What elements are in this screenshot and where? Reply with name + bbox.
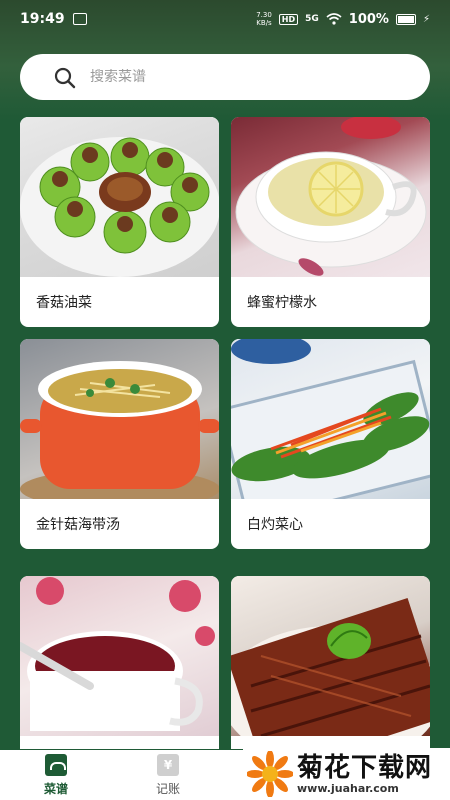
wifi-icon [326, 13, 342, 25]
recipe-grid: 香菇油菜 蜂蜜柠檬水 金针菇海带汤 白灼菜心 [20, 117, 430, 749]
recipe-card[interactable]: 金针菇海带汤 [20, 339, 219, 549]
status-time: 19:49 [20, 11, 65, 27]
tab-recipes[interactable]: 菜谱 [0, 750, 112, 800]
recipe-name: 蜂蜜柠檬水 [247, 295, 317, 311]
status-bar: 19:49 7.30 KB/s HD 5G 100% ⚡ [0, 0, 450, 38]
tab-ledger[interactable]: ¥ 记账 [112, 750, 224, 800]
recipe-image-enoki-kelp-soup [20, 339, 219, 499]
signal-icon: 5G [305, 14, 319, 24]
net-speed: 7.30 KB/s [256, 11, 272, 27]
recipe-name [20, 736, 219, 749]
chrysanthemum-logo-icon [247, 751, 293, 797]
recipe-card[interactable]: 蜂蜜柠檬水 [231, 117, 430, 327]
search-input[interactable] [90, 69, 390, 85]
ledger-icon: ¥ [157, 753, 179, 776]
recipe-image-red-drink [20, 576, 219, 736]
recipe-image-mushroom-greens [20, 117, 219, 277]
recipe-card[interactable]: 香菇油菜 [20, 117, 219, 327]
recipe-name: 金针菇海带汤 [36, 517, 120, 533]
recipe-name: 白灼菜心 [247, 517, 303, 533]
status-right: 7.30 KB/s HD 5G 100% ⚡ [256, 11, 430, 27]
recipe-image-honey-lemon-water [231, 117, 430, 277]
search-bar[interactable] [20, 54, 430, 100]
watermark-url: www.juahar.com [297, 781, 399, 795]
battery-icon [395, 13, 416, 25]
recipe-card[interactable] [231, 576, 430, 749]
hd-badge: HD [278, 13, 299, 25]
recipe-image-blanched-greens [231, 339, 430, 499]
cookbook-icon [45, 753, 67, 776]
recipe-card[interactable]: 白灼菜心 [231, 339, 430, 549]
recipe-card[interactable] [20, 576, 219, 749]
site-watermark: 菊花下载网 www.juahar.com [243, 748, 450, 800]
watermark-title: 菊花下载网 [297, 752, 433, 783]
battery-percent: 100% [348, 11, 389, 27]
notification-icon [72, 13, 87, 25]
net-speed-unit: KB/s [256, 19, 272, 27]
charging-icon: ⚡ [422, 13, 430, 25]
search-icon [54, 67, 76, 89]
tab-recipes-label: 菜谱 [43, 781, 68, 796]
net-speed-value: 7.30 [256, 11, 272, 19]
watermark-text: 菊花下载网 www.juahar.com [297, 754, 432, 795]
recipe-name: 香菇油菜 [36, 295, 92, 311]
recipe-image-braised-meat [231, 576, 430, 736]
tab-ledger-label: 记账 [155, 781, 180, 796]
